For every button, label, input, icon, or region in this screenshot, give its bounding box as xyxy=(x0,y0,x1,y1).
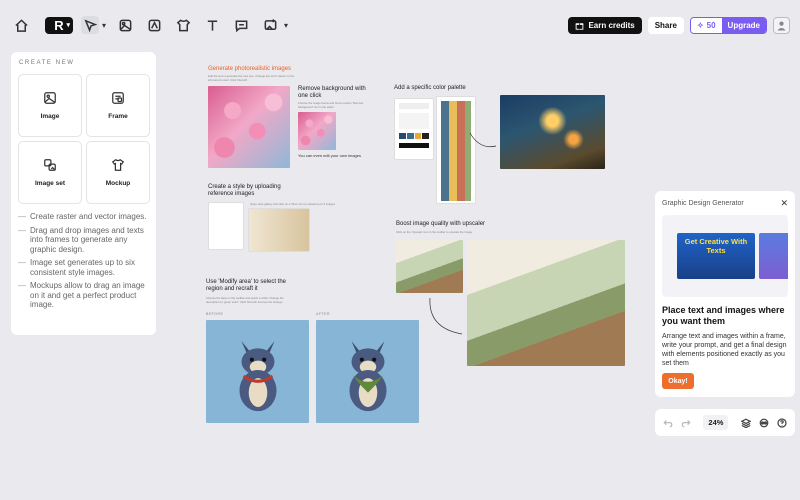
upscale-title: Boost image quality with upscaler xyxy=(396,221,486,227)
logo-menu[interactable]: R ▾ xyxy=(45,16,73,34)
tip-item: — Create raster and vector images. xyxy=(18,212,147,221)
dog-illustration xyxy=(348,340,387,411)
graphic-design-generator-card: Graphic Design Generator ✕ Get Creative … xyxy=(655,191,795,397)
okay-label: Okay! xyxy=(668,377,688,385)
gdg-heading: Place text and images where you want the… xyxy=(662,305,785,326)
room-small-image[interactable] xyxy=(396,240,463,293)
tip-text: Create raster and vector images. xyxy=(30,212,147,221)
dog-illustration xyxy=(238,340,277,411)
bottom-toolbar: 24% xyxy=(655,409,795,436)
credits-count: 50 xyxy=(706,21,716,30)
style-panel-mock xyxy=(208,202,244,250)
credits-upgrade-group: ✧ 50 Upgrade xyxy=(689,17,767,34)
user-icon xyxy=(777,21,786,31)
chevron-down-icon[interactable]: ▾ xyxy=(102,21,106,30)
redo-icon[interactable] xyxy=(679,415,692,430)
okay-button[interactable]: Okay! xyxy=(662,373,694,389)
generate-title: Generate photorealistic images xyxy=(208,66,292,72)
sparkle-icon: ✧ xyxy=(696,21,704,30)
color-title: Add a specific color palette xyxy=(394,85,466,91)
generate-desc: Edit the text to generate the new one. C… xyxy=(208,74,295,82)
before-label: BEFORE xyxy=(206,312,224,316)
avatar[interactable] xyxy=(773,17,790,34)
room-upscaled-image[interactable] xyxy=(467,240,625,366)
create-tiles: Image Frame Image set Mockup xyxy=(18,74,150,204)
dog-before-image[interactable] xyxy=(206,320,309,423)
undo-icon[interactable] xyxy=(661,415,674,430)
lantern-forest-image[interactable] xyxy=(500,95,605,169)
create-tips-list: — Create raster and vector images. — Drag … xyxy=(18,212,149,310)
create-image-set-tile[interactable]: Image set xyxy=(18,141,82,204)
earn-credits-button[interactable]: Earn credits xyxy=(568,17,642,34)
share-button[interactable]: Share xyxy=(647,17,684,34)
gdg-preview: Get Creative With Texts xyxy=(662,215,788,297)
color-swatches-mock xyxy=(436,96,476,204)
top-toolbar: R ▾ ▾ ▾ Earn credits Share ✧ 50 Upgrade xyxy=(0,0,800,50)
gdg-thumbnail-secondary xyxy=(759,233,788,279)
canvas-board[interactable]: Generate photorealistic images Edit the … xyxy=(200,58,640,428)
earn-credits-label: Earn credits xyxy=(588,21,635,30)
text-tool-icon[interactable] xyxy=(201,14,223,36)
gdg-header: Graphic Design Generator ✕ xyxy=(662,198,788,209)
tshirt-icon xyxy=(111,158,125,171)
upgrade-button[interactable]: Upgrade xyxy=(721,18,766,33)
help-icon[interactable] xyxy=(776,415,789,430)
credits-counter[interactable]: ✧ 50 xyxy=(690,18,722,33)
remove-bg-title: Remove background with one click xyxy=(298,86,366,99)
tile-label: Image xyxy=(40,113,60,120)
tip-item: — Drag and drop images and texts into fra… xyxy=(18,226,149,255)
tile-label: Mockup xyxy=(105,180,131,187)
gdg-title: Graphic Design Generator xyxy=(662,200,744,207)
remove-bg-desc: Choose the image below and find a custom… xyxy=(298,101,364,109)
after-label: AFTER xyxy=(316,312,330,316)
chevron-down-icon: ▾ xyxy=(66,22,70,29)
top-right-actions: Earn credits Share ✧ 50 Upgrade xyxy=(568,17,790,34)
create-frame-tile[interactable]: Frame xyxy=(86,74,150,137)
frame-icon xyxy=(112,92,124,104)
layers-icon[interactable] xyxy=(739,415,752,430)
gdg-thumb-text: Get Creative With Texts xyxy=(684,237,748,255)
style-title: Create a style by uploading reference im… xyxy=(208,184,281,197)
create-new-heading: CREATE NEW xyxy=(19,60,75,66)
gift-icon xyxy=(576,23,584,30)
create-mockup-tile[interactable]: Mockup xyxy=(86,141,150,204)
modify-title: Use 'Modify area' to select the region a… xyxy=(206,279,286,292)
select-tool-icon[interactable] xyxy=(81,16,99,34)
mockup-tool-icon[interactable] xyxy=(172,14,194,36)
image-tool-icon[interactable] xyxy=(114,14,136,36)
home-icon[interactable] xyxy=(10,14,32,36)
chevron-down-icon[interactable]: ▾ xyxy=(284,21,288,30)
style-desc: Open style gallery and click on a 'Plus'… xyxy=(250,202,336,206)
tip-item: — Image set generates up to six consisten… xyxy=(18,258,149,277)
palette-panel-mock xyxy=(394,98,434,160)
tile-label: Frame xyxy=(108,113,128,120)
image-set-icon xyxy=(44,159,56,171)
upscale-desc: Click on the 'Upscale' icon in the toolb… xyxy=(396,230,473,234)
create-new-panel: CREATE NEW Image Frame Image set Mockup … xyxy=(11,52,156,335)
community-icon[interactable] xyxy=(758,415,771,430)
tile-label: Image set xyxy=(35,180,65,187)
cherry-blossom-image[interactable] xyxy=(208,86,290,168)
edit-own-text: You can even edit your own images xyxy=(298,153,362,158)
tip-text: Drag and drop images and texts into fram… xyxy=(30,225,144,254)
frame-tool-icon[interactable] xyxy=(259,14,281,36)
vector-tool-icon[interactable] xyxy=(143,14,165,36)
share-label: Share xyxy=(654,21,677,30)
comment-tool-icon[interactable] xyxy=(230,14,252,36)
logo-letter: R xyxy=(54,17,64,33)
gdg-thumbnail: Get Creative With Texts xyxy=(677,233,755,279)
gdg-body: Arrange text and images within a frame, … xyxy=(662,333,787,367)
create-image-tile[interactable]: Image xyxy=(18,74,82,137)
close-icon[interactable]: ✕ xyxy=(780,198,788,209)
blossom-thumbnail[interactable] xyxy=(298,112,336,150)
dog-after-image[interactable] xyxy=(316,320,419,423)
image-icon xyxy=(44,92,56,104)
modify-desc: Choose the lasso in the toolbar and sele… xyxy=(206,296,284,304)
style-gallery-mock xyxy=(248,208,310,252)
zoom-level[interactable]: 24% xyxy=(703,415,729,430)
upgrade-label: Upgrade xyxy=(727,21,760,30)
tip-text: Mockups allow to drag an image on it and… xyxy=(30,281,145,309)
tip-text: Image set generates up to six consistent… xyxy=(30,258,135,277)
tip-item: — Mockups allow to drag an image on it an… xyxy=(18,281,149,310)
